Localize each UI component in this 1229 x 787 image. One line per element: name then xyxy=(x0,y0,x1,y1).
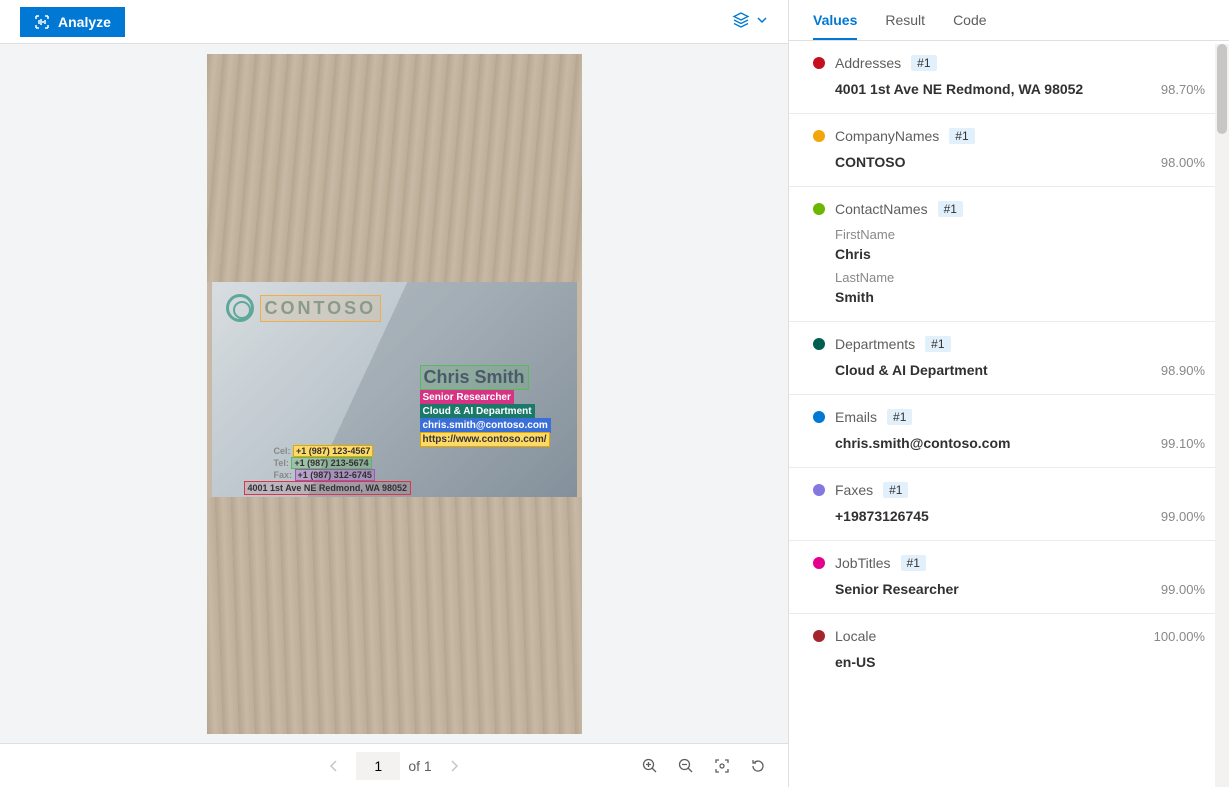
dot-emails xyxy=(813,411,825,423)
highlight-tel: Tel: +1 (987) 213-5674 xyxy=(272,457,374,469)
highlight-website: https://www.contoso.com/ xyxy=(420,432,550,447)
prev-page-button[interactable] xyxy=(320,752,348,780)
dot-departments xyxy=(813,338,825,350)
logo-icon xyxy=(226,294,254,322)
field-emails: Emails #1 chris.smith@contoso.com 99.10% xyxy=(789,395,1229,468)
value-firstname: Chris xyxy=(835,246,1205,262)
field-locale: Locale 100.00% en-US xyxy=(789,614,1229,686)
tab-result[interactable]: Result xyxy=(885,12,925,40)
highlight-address: 4001 1st Ave NE Redmond, WA 98052 xyxy=(244,481,412,495)
dot-companynames xyxy=(813,130,825,142)
scrollbar-thumb[interactable] xyxy=(1217,44,1227,134)
document-viewer: CONTOSO Chris Smith Senior Researcher Cl… xyxy=(0,44,788,743)
highlight-name: Chris Smith xyxy=(420,365,529,390)
value-jobtitles: Senior Researcher xyxy=(835,581,959,597)
value-companynames: CONTOSO xyxy=(835,154,906,170)
field-jobtitles: JobTitles #1 Senior Researcher 99.00% xyxy=(789,541,1229,614)
page-input[interactable] xyxy=(356,752,400,780)
field-companynames: CompanyNames #1 CONTOSO 98.00% xyxy=(789,114,1229,187)
analyze-label: Analyze xyxy=(58,14,111,30)
zoom-out-button[interactable] xyxy=(676,756,696,776)
value-addresses: 4001 1st Ave NE Redmond, WA 98052 xyxy=(835,81,1083,97)
fit-button[interactable] xyxy=(712,756,732,776)
analyze-button[interactable]: Analyze xyxy=(20,7,125,37)
field-contactnames: ContactNames #1 FirstName Chris LastName… xyxy=(789,187,1229,322)
rotate-button[interactable] xyxy=(748,756,768,776)
highlight-fax: Fax: +1 (987) 312-6745 xyxy=(272,469,377,481)
dot-contactnames xyxy=(813,203,825,215)
document-image: CONTOSO Chris Smith Senior Researcher Cl… xyxy=(207,54,582,734)
chevron-down-icon[interactable] xyxy=(756,14,768,29)
value-faxes: +19873126745 xyxy=(835,508,929,524)
highlight-department: Cloud & AI Department xyxy=(420,404,535,419)
tab-code[interactable]: Code xyxy=(953,12,986,40)
value-locale: en-US xyxy=(835,654,875,670)
value-emails: chris.smith@contoso.com xyxy=(835,435,1010,451)
value-lastname: Smith xyxy=(835,289,1205,305)
highlight-company: CONTOSO xyxy=(260,295,382,322)
dot-jobtitles xyxy=(813,557,825,569)
dot-faxes xyxy=(813,484,825,496)
dot-addresses xyxy=(813,57,825,69)
dot-locale xyxy=(813,630,825,642)
highlight-cel: Cel: +1 (987) 123-4567 xyxy=(272,445,376,457)
results-list: Addresses #1 4001 1st Ave NE Redmond, WA… xyxy=(789,41,1229,787)
scrollbar-track[interactable] xyxy=(1215,44,1229,787)
result-tabs: Values Result Code xyxy=(789,0,1229,41)
label-lastname: LastName xyxy=(835,270,1205,285)
tab-values[interactable]: Values xyxy=(813,12,857,40)
field-faxes: Faxes #1 +19873126745 99.00% xyxy=(789,468,1229,541)
highlight-jobtitle: Senior Researcher xyxy=(420,390,514,405)
page-total: of 1 xyxy=(408,758,431,774)
layers-icon[interactable] xyxy=(732,11,750,32)
analyze-icon xyxy=(34,14,50,30)
bottom-bar: of 1 xyxy=(0,743,788,787)
highlight-email: chris.smith@contoso.com xyxy=(420,418,551,433)
badge-addresses: #1 xyxy=(911,55,936,71)
toolbar: Analyze xyxy=(0,0,788,44)
field-addresses: Addresses #1 4001 1st Ave NE Redmond, WA… xyxy=(789,41,1229,114)
value-departments: Cloud & AI Department xyxy=(835,362,988,378)
conf-addresses: 98.70% xyxy=(1161,82,1205,97)
label-firstname: FirstName xyxy=(835,227,1205,242)
field-departments: Departments #1 Cloud & AI Department 98.… xyxy=(789,322,1229,395)
next-page-button[interactable] xyxy=(440,752,468,780)
zoom-in-button[interactable] xyxy=(640,756,660,776)
